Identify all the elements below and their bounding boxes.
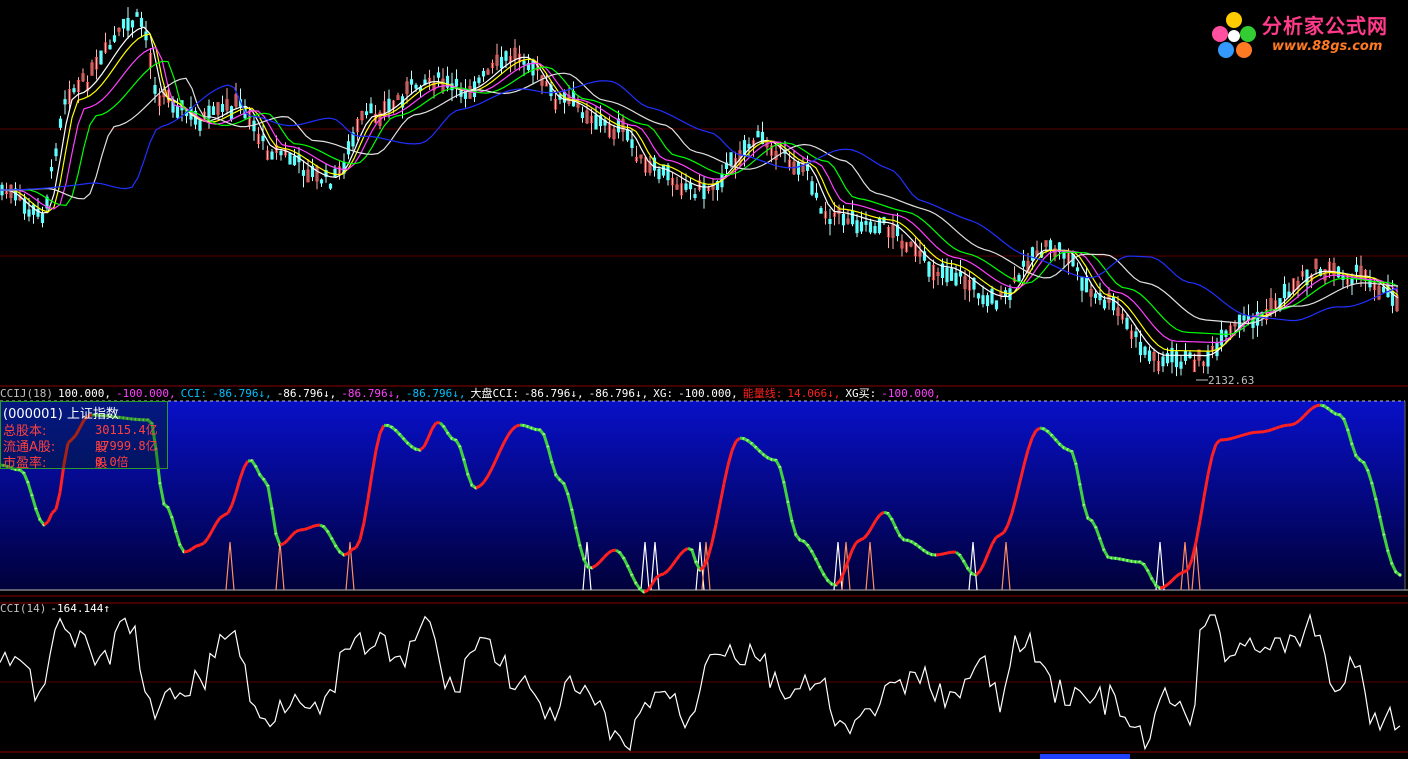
cci-indicator-header: CCIJ(18) 100.000, -100.000, CCI: -86.796↓, -8… [0, 386, 941, 400]
info-label-pe: 市盈率: [3, 456, 47, 471]
flower-logo-icon [1212, 12, 1256, 58]
header-item-10: -86.796↓, [589, 387, 649, 400]
logo-title: 分析家公式网 [1262, 14, 1388, 38]
header-item-3: CCI: [181, 387, 208, 400]
cci14-header: CCI(14) -164.144↑ [0, 602, 110, 615]
logo-url: www.88gs.com [1272, 39, 1383, 54]
header-item-2: -100.000, [116, 387, 176, 400]
header-item-0: CCIJ(18) [0, 387, 53, 400]
header-item-1: 100.000, [58, 387, 111, 400]
header-item-13: 能量线: [743, 386, 783, 400]
scroll-indicator[interactable] [1040, 754, 1130, 759]
stock-chart-canvas[interactable]: 2132.63 CCIJ(18) 100.000, -100.000, CCI: -86… [0, 0, 1408, 759]
header-item-11: XG: [653, 387, 673, 400]
header-item-12: -100.000, [678, 387, 738, 400]
header-item-4: -86.796↓, [212, 387, 272, 400]
info-value-pe: 0.0倍 [95, 455, 129, 469]
header-item-5: -86.796↓, [277, 387, 337, 400]
header-item-7: -86.796↓, [406, 387, 466, 400]
header-item-6: -86.796↓, [341, 387, 401, 400]
header-item-8: 大盘CCI: [471, 386, 520, 400]
header-item-14: 14.066↓, [787, 387, 840, 400]
site-logo: 分析家公式网 www.88gs.com [1208, 6, 1400, 64]
header-item-15: XG买: [845, 387, 876, 400]
low-price-label: 2132.63 [1208, 374, 1254, 387]
header-item-9: -86.796↓, [524, 387, 584, 400]
cci-indicator-panel[interactable] [0, 400, 1408, 597]
header-item-16: -100.000, [881, 387, 941, 400]
stock-info-box: (000001) 上证指数 总股本: 30115.4亿股 流通A股: 17999… [0, 401, 168, 471]
